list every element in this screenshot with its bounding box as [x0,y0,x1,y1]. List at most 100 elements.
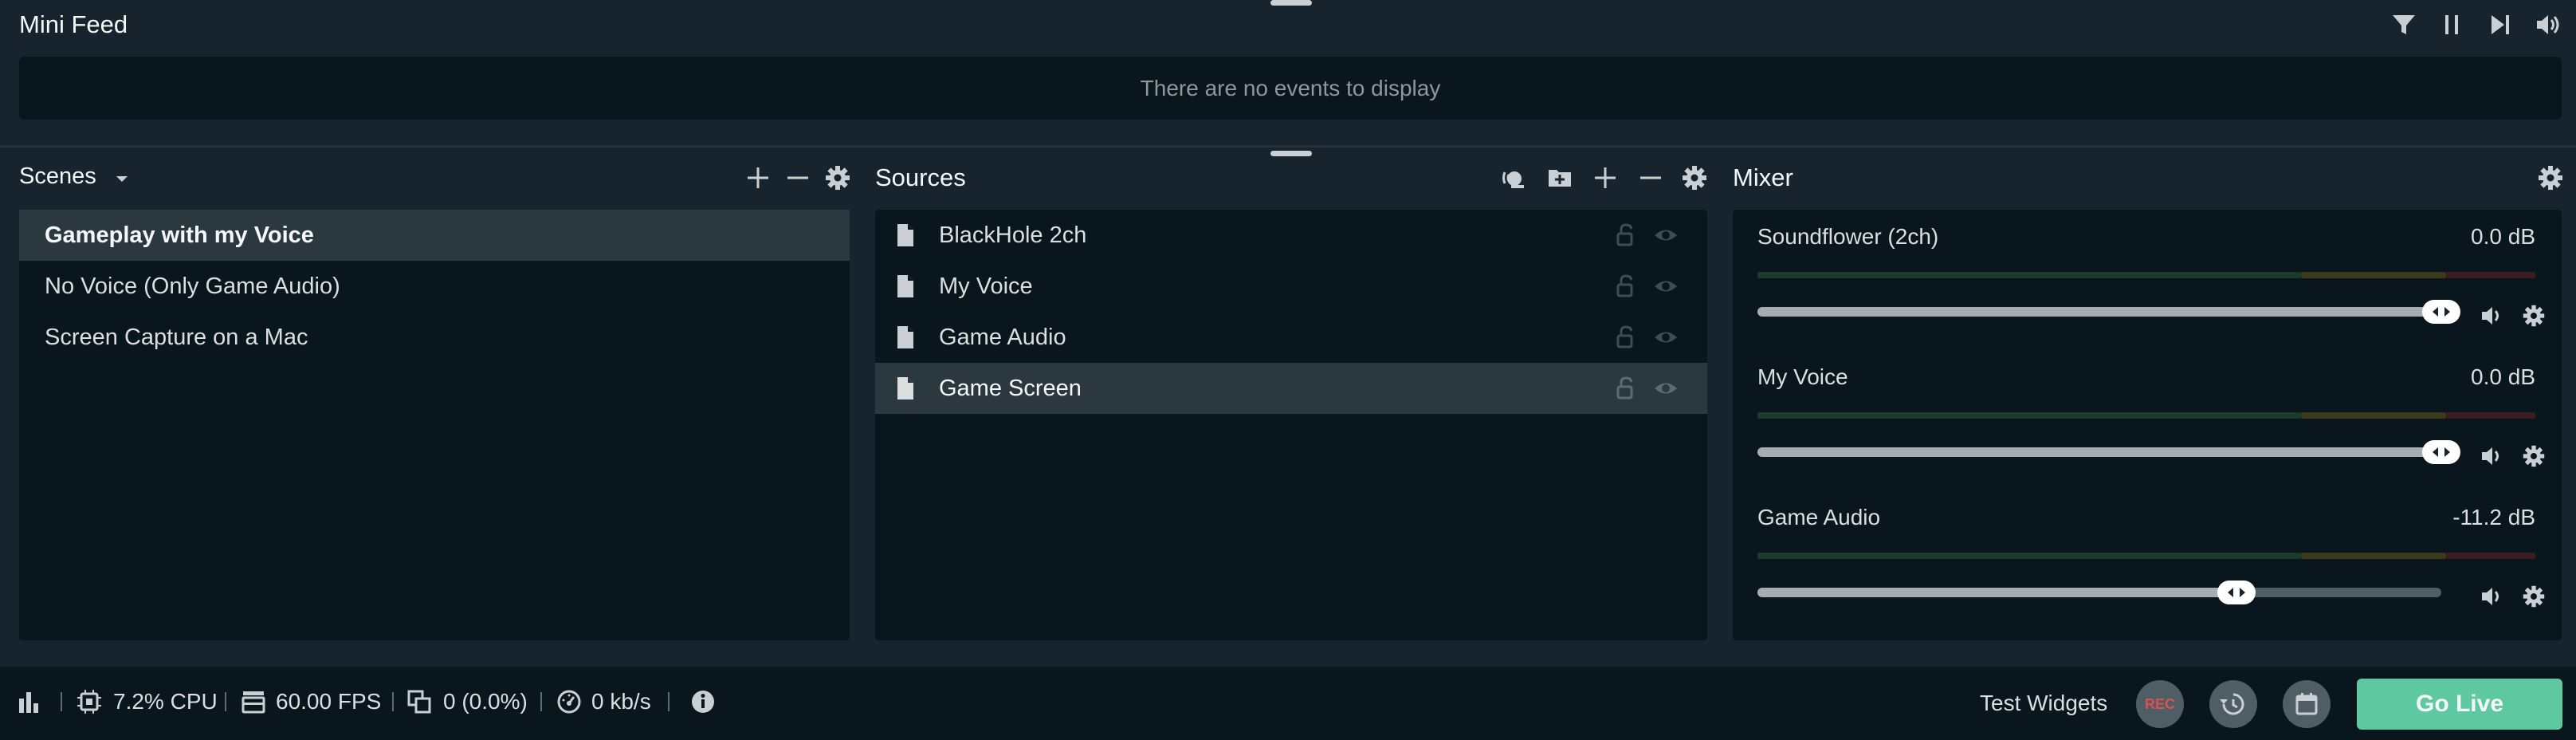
volume-icon[interactable] [2535,11,2562,38]
scenes-title: Scenes [19,163,96,189]
footer-separator [225,692,226,711]
volmeter-yellow [2301,553,2446,559]
fps-value: 60.00 FPS [276,689,382,714]
bandwidth-dashboard-icon [556,689,582,714]
volume-slider-fill [1757,307,2441,317]
cpu-usage: 7.2% CPU [113,689,218,714]
info-icon[interactable] [690,689,716,714]
scene-item[interactable]: No Voice (Only Game Audio) [19,261,850,312]
channel-settings-gear-icon[interactable] [2522,304,2546,328]
mini-feed-events-box: There are no events to display [19,57,2562,120]
volume-slider-fill [1757,588,2236,597]
lock-icon[interactable] [1615,274,1639,298]
mixer-channel-db: 0.0 dB [2471,224,2535,249]
dropped-frames-icon [406,689,432,714]
channel-settings-gear-icon[interactable] [2522,444,2546,468]
bandwidth-value: 0 kb/s [591,689,651,714]
add-scene-plus-icon[interactable] [744,164,772,191]
replay-buffer-button[interactable] [2209,680,2257,728]
mute-volume-icon[interactable] [2480,585,2504,608]
volmeter-yellow [2301,272,2446,278]
mixer-channel-db: 0.0 dB [2471,364,2535,389]
source-item[interactable]: My Voice [875,261,1707,312]
source-item-label: My Voice [939,273,1033,299]
source-item-label: Game Screen [939,375,1082,401]
source-settings-gear-icon[interactable] [1681,164,1708,191]
panel-divider [0,145,2576,148]
mini-feed-title: Mini Feed [19,10,128,38]
mixer-channel-name: My Voice [1757,364,1848,389]
scene-item-label: Screen Capture on a Mac [45,324,308,350]
volmeter-green [1757,553,2301,559]
performance-chart-icon[interactable] [18,689,43,714]
scenes-dropdown-chevron-icon[interactable] [108,165,135,192]
mixer-channel-name: Soundflower (2ch) [1757,224,1939,249]
scenes-panel: Gameplay with my Voice No Voice (Only Ga… [19,210,850,640]
file-icon [896,325,915,349]
selective-recording-icon[interactable] [1500,164,1527,191]
lock-icon[interactable] [1615,223,1639,247]
add-folder-icon[interactable] [1546,164,1573,191]
volume-slider-knob[interactable] [2217,581,2256,604]
volume-slider-knob[interactable] [2422,440,2460,464]
footer-separator [61,692,62,711]
eye-icon[interactable] [1653,274,1679,298]
footer-separator [668,692,670,711]
file-icon [896,274,915,298]
source-item[interactable]: BlackHole 2ch [875,210,1707,261]
volmeter-yellow [2301,412,2446,419]
volume-slider-knob[interactable] [2422,300,2460,324]
scene-item[interactable]: Screen Capture on a Mac [19,312,850,363]
scene-settings-gear-icon[interactable] [824,164,851,191]
volmeter-green [1757,412,2301,419]
source-item[interactable]: Game Audio [875,312,1707,363]
replay-history-icon [2220,693,2244,715]
go-live-button[interactable]: Go Live [2357,679,2562,730]
sources-panel: BlackHole 2ch My Voice Game Audio Game S… [875,210,1707,640]
mute-volume-icon[interactable] [2480,444,2504,468]
eye-icon[interactable] [1653,325,1679,349]
volmeter-green [1757,272,2301,278]
mini-feed-resize-handle[interactable] [1270,0,1312,6]
eye-icon[interactable] [1653,376,1679,400]
mixer-panel: Soundflower (2ch) 0.0 dB My Voice 0.0 dB… [1733,210,2562,640]
mini-feed-empty-text: There are no events to display [1140,75,1441,100]
mixer-settings-gear-icon[interactable] [2537,164,2564,191]
eye-icon[interactable] [1653,223,1679,247]
calendar-icon [2295,693,2318,715]
add-source-plus-icon[interactable] [1592,164,1619,191]
mini-feed: Mini Feed There are no events to display [0,0,2576,145]
source-item[interactable]: Game Screen [875,363,1707,414]
go-live-label: Go Live [2415,691,2504,717]
file-icon [896,223,915,247]
filter-icon[interactable] [2390,11,2417,38]
scene-item[interactable]: Gameplay with my Voice [19,210,850,261]
source-item-label: BlackHole 2ch [939,222,1087,248]
schedule-stream-button[interactable] [2283,680,2331,728]
lock-icon[interactable] [1615,325,1639,349]
channel-settings-gear-icon[interactable] [2522,585,2546,608]
mixer-title: Mixer [1733,163,1793,191]
volmeter-red [2446,272,2535,278]
dropped-frames: 0 (0.0%) [443,689,528,714]
volmeter-red [2446,412,2535,419]
footer-separator [540,692,542,711]
pause-icon[interactable] [2439,11,2466,38]
mixer-channel-name: Game Audio [1757,505,1881,529]
panel-resize-handle[interactable] [1270,151,1312,156]
footer-separator [392,692,394,711]
skip-icon[interactable] [2487,11,2514,38]
source-item-label: Game Audio [939,324,1066,350]
mute-volume-icon[interactable] [2480,304,2504,328]
remove-source-minus-icon[interactable] [1637,164,1664,191]
cpu-icon [77,689,102,714]
volmeter-red [2446,553,2535,559]
lock-icon[interactable] [1615,376,1639,400]
remove-scene-minus-icon[interactable] [784,164,811,191]
test-widgets-button[interactable]: Test Widgets [1980,691,2107,716]
record-button[interactable]: REC [2136,680,2184,728]
volume-slider-fill [1757,447,2441,457]
file-icon [896,376,915,400]
fps-icon [241,689,266,714]
record-button-label: REC [2144,695,2175,712]
